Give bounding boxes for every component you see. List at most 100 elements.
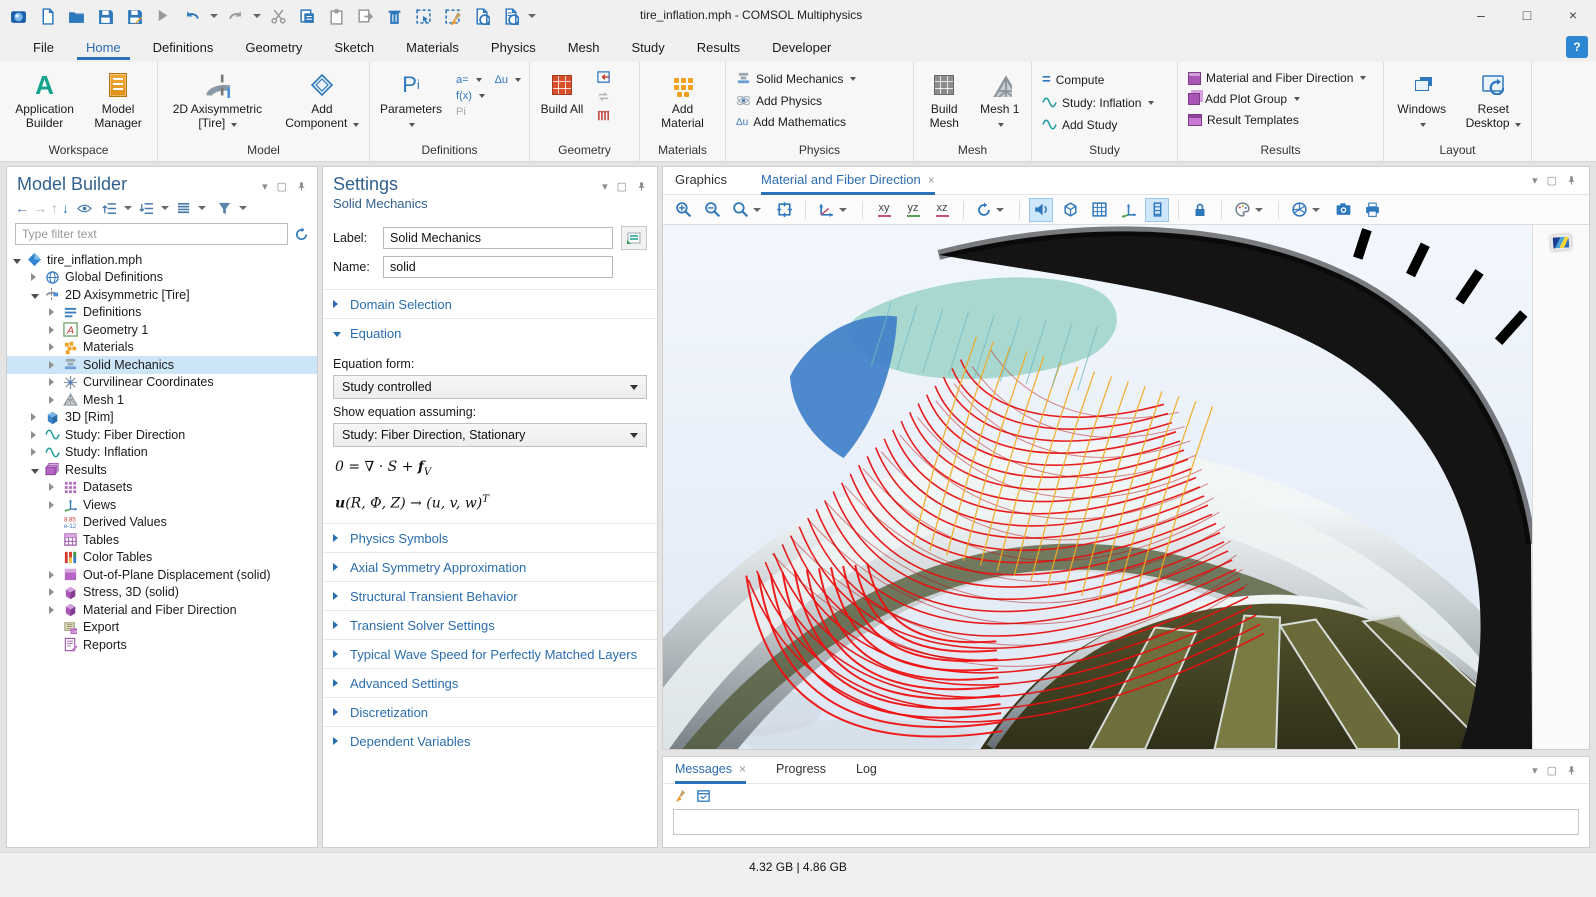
graphics-canvas[interactable] (663, 225, 1533, 749)
tree-item-views[interactable]: Views (7, 496, 317, 514)
add-mathematics-button[interactable]: ΔuAdd Mathematics (736, 115, 856, 129)
close-tab-icon[interactable]: × (928, 173, 935, 187)
scene-light-icon[interactable] (1058, 198, 1082, 222)
update-geometry-icon[interactable] (596, 89, 611, 104)
tree-item-derived-values[interactable]: Derived Values (7, 514, 317, 532)
panel-float-icon[interactable]: ▢ (277, 180, 287, 193)
maximize-button[interactable]: □ (1504, 0, 1550, 30)
add-material-button[interactable]: Add Material (653, 68, 713, 130)
expander-icon[interactable] (31, 288, 43, 302)
tree-item-materials[interactable]: Materials (7, 339, 317, 357)
expander-icon[interactable] (13, 253, 25, 267)
plot-thumbnail-icon[interactable] (1551, 234, 1572, 250)
menu-physics[interactable]: Physics (482, 34, 545, 60)
search-icon[interactable] (502, 8, 519, 25)
filter-icon[interactable] (217, 201, 232, 216)
import-geometry-icon[interactable] (596, 70, 611, 85)
duplicate-icon[interactable] (357, 8, 374, 25)
tree-item-material-fiber-direction[interactable]: Material and Fiber Direction (7, 601, 317, 619)
tree-item-color-tables[interactable]: Color Tables (7, 549, 317, 567)
section-domain-selection[interactable]: Domain Selection (323, 289, 657, 318)
environment-icon[interactable] (1288, 198, 1326, 222)
zoom-in-icon[interactable] (671, 198, 695, 222)
section-equation[interactable]: Equation (323, 318, 657, 347)
label-input[interactable] (383, 227, 613, 249)
expander-icon[interactable] (49, 568, 61, 582)
application-builder-button[interactable]: A Application Builder (10, 68, 79, 130)
rotate-view-icon[interactable] (973, 198, 1010, 222)
zoom-extents-icon[interactable] (772, 198, 796, 222)
panel-float-icon[interactable]: ▢ (1547, 174, 1557, 187)
name-input[interactable] (383, 256, 613, 278)
go-to-view-icon[interactable] (815, 198, 853, 222)
expander-icon[interactable] (49, 305, 61, 319)
delete-icon[interactable] (386, 8, 403, 25)
filter-caret[interactable] (239, 206, 247, 210)
section-wave-speed[interactable]: Typical Wave Speed for Perfectly Matched… (323, 639, 657, 668)
section-advanced-settings[interactable]: Advanced Settings (323, 668, 657, 697)
add-study-button[interactable]: Add Study (1042, 117, 1154, 132)
pin-icon[interactable] (1566, 765, 1577, 776)
view-xz-button[interactable]: xz (930, 198, 954, 222)
tree-item-2d-axisymmetric[interactable]: 2D Axisymmetric [Tire] (7, 286, 317, 304)
mesh-1-button[interactable]: Mesh 1 (979, 68, 1021, 130)
tree-item-curvilinear-coordinates[interactable]: Curvilinear Coordinates (7, 374, 317, 392)
clear-selection-icon[interactable] (444, 8, 461, 25)
menu-developer[interactable]: Developer (763, 34, 840, 60)
collapse-caret[interactable] (124, 206, 132, 210)
tab-graphics[interactable]: Graphics (675, 167, 727, 195)
tree-item-stress-3d[interactable]: Stress, 3D (solid) (7, 584, 317, 602)
tree-item-definitions[interactable]: Definitions (7, 304, 317, 322)
expander-icon[interactable] (49, 603, 61, 617)
study-inflation-button[interactable]: Study: Inflation (1042, 95, 1154, 110)
tree-item-out-of-plane-displacement[interactable]: Out-of-Plane Displacement (solid) (7, 566, 317, 584)
expander-icon[interactable] (49, 480, 61, 494)
tree-item-geometry-1[interactable]: Geometry 1 (7, 321, 317, 339)
tree-item-datasets[interactable]: Datasets (7, 479, 317, 497)
open-icon[interactable] (68, 8, 85, 25)
menu-definitions[interactable]: Definitions (144, 34, 223, 60)
expander-icon[interactable] (49, 358, 61, 372)
plot-group-button[interactable]: Material and Fiber Direction (1188, 71, 1366, 85)
menu-geometry[interactable]: Geometry (236, 34, 311, 60)
undo-icon[interactable] (184, 8, 201, 25)
appearance-icon[interactable] (1231, 198, 1269, 222)
redo-icon[interactable] (227, 8, 244, 25)
tree-item-reports[interactable]: Reports (7, 636, 317, 654)
pin-icon[interactable] (296, 181, 307, 192)
cut-icon[interactable] (270, 8, 287, 25)
menu-mesh[interactable]: Mesh (559, 34, 609, 60)
move-down-icon[interactable]: ↓ (62, 200, 69, 216)
redo-dropdown-caret[interactable] (253, 14, 261, 18)
physics-interface-button[interactable]: Solid Mechanics (736, 71, 856, 86)
menu-materials[interactable]: Materials (397, 34, 468, 60)
panel-menu-icon[interactable]: ▾ (602, 180, 608, 193)
new-file-icon[interactable] (39, 8, 56, 25)
rename-button[interactable] (621, 226, 647, 250)
expander-icon[interactable] (49, 585, 61, 599)
variables-button[interactable]: a= (456, 74, 469, 86)
node-group-icon[interactable] (176, 201, 191, 216)
section-transient-solver[interactable]: Transient Solver Settings (323, 610, 657, 639)
forward-icon[interactable]: → (33, 200, 47, 216)
tree-item-global-definitions[interactable]: Global Definitions (7, 269, 317, 287)
print-icon[interactable] (1360, 198, 1384, 222)
show-icon[interactable] (77, 201, 92, 216)
view-yz-button[interactable]: yz (901, 198, 925, 222)
view-xy-button[interactable]: xy (872, 198, 896, 222)
undo-dropdown-caret[interactable] (210, 14, 218, 18)
expander-icon[interactable] (49, 375, 61, 389)
parameters-button[interactable]: Pi Parameters (380, 68, 442, 130)
snapshot-icon[interactable] (1331, 198, 1355, 222)
sound-icon[interactable] (1029, 198, 1053, 222)
tree-item-3d-rim[interactable]: 3D [Rim] (7, 409, 317, 427)
zoom-box-icon[interactable] (729, 198, 767, 222)
pin-icon[interactable] (1566, 175, 1577, 186)
tree-item-tables[interactable]: Tables (7, 531, 317, 549)
zoom-out-icon[interactable] (700, 198, 724, 222)
axisymmetric-tire-button[interactable]: 2D Axisymmetric [Tire] (168, 68, 267, 130)
functions-button[interactable]: f(x) (456, 90, 472, 102)
section-physics-symbols[interactable]: Physics Symbols (323, 523, 657, 552)
add-plot-group-button[interactable]: Add Plot Group (1188, 92, 1366, 106)
tree-item-export[interactable]: Export (7, 619, 317, 637)
